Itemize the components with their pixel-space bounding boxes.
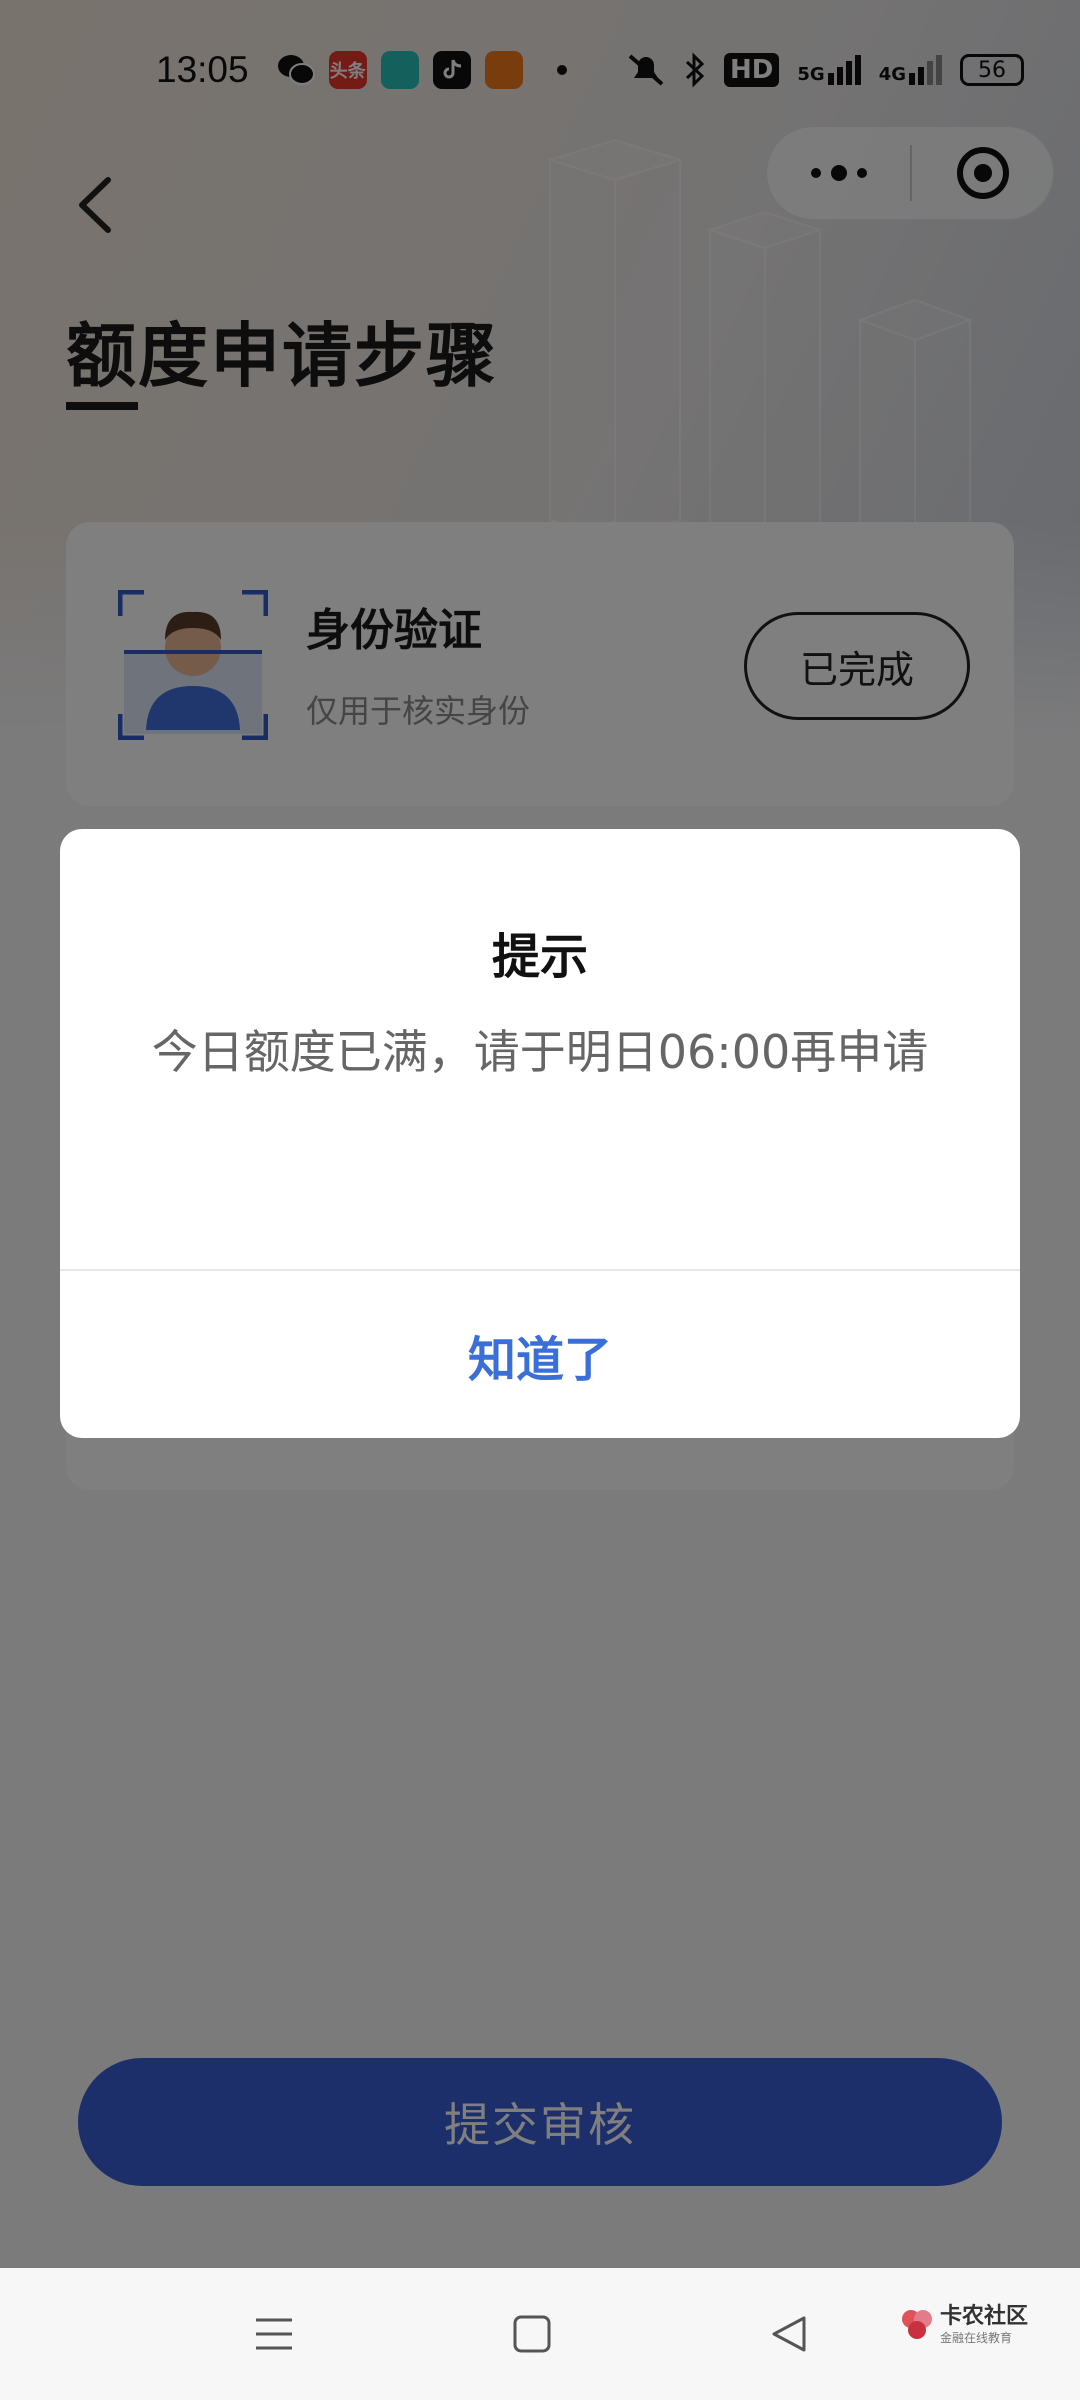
menu-icon	[256, 2318, 292, 2350]
dialog-title: 提示	[491, 929, 588, 985]
watermark: 卡农社区 金融在线教育	[900, 2306, 1028, 2344]
home-button[interactable]	[502, 2304, 562, 2364]
triangle-back-icon	[772, 2316, 806, 2352]
back-nav-button[interactable]	[760, 2304, 820, 2364]
square-icon	[513, 2315, 551, 2353]
kanong-logo-icon	[902, 2310, 932, 2339]
watermark-title: 卡农社区	[940, 2304, 1029, 2329]
menu-button[interactable]	[244, 2304, 304, 2364]
alert-dialog: 提示 今日额度已满，请于明日06:00再申请 知道了	[60, 829, 1020, 1438]
dialog-message: 今日额度已满，请于明日06:00再申请	[151, 1025, 929, 1079]
watermark-subtitle: 金融在线教育	[940, 2331, 1013, 2345]
dialog-confirm-button[interactable]: 知道了	[60, 1271, 1020, 1438]
